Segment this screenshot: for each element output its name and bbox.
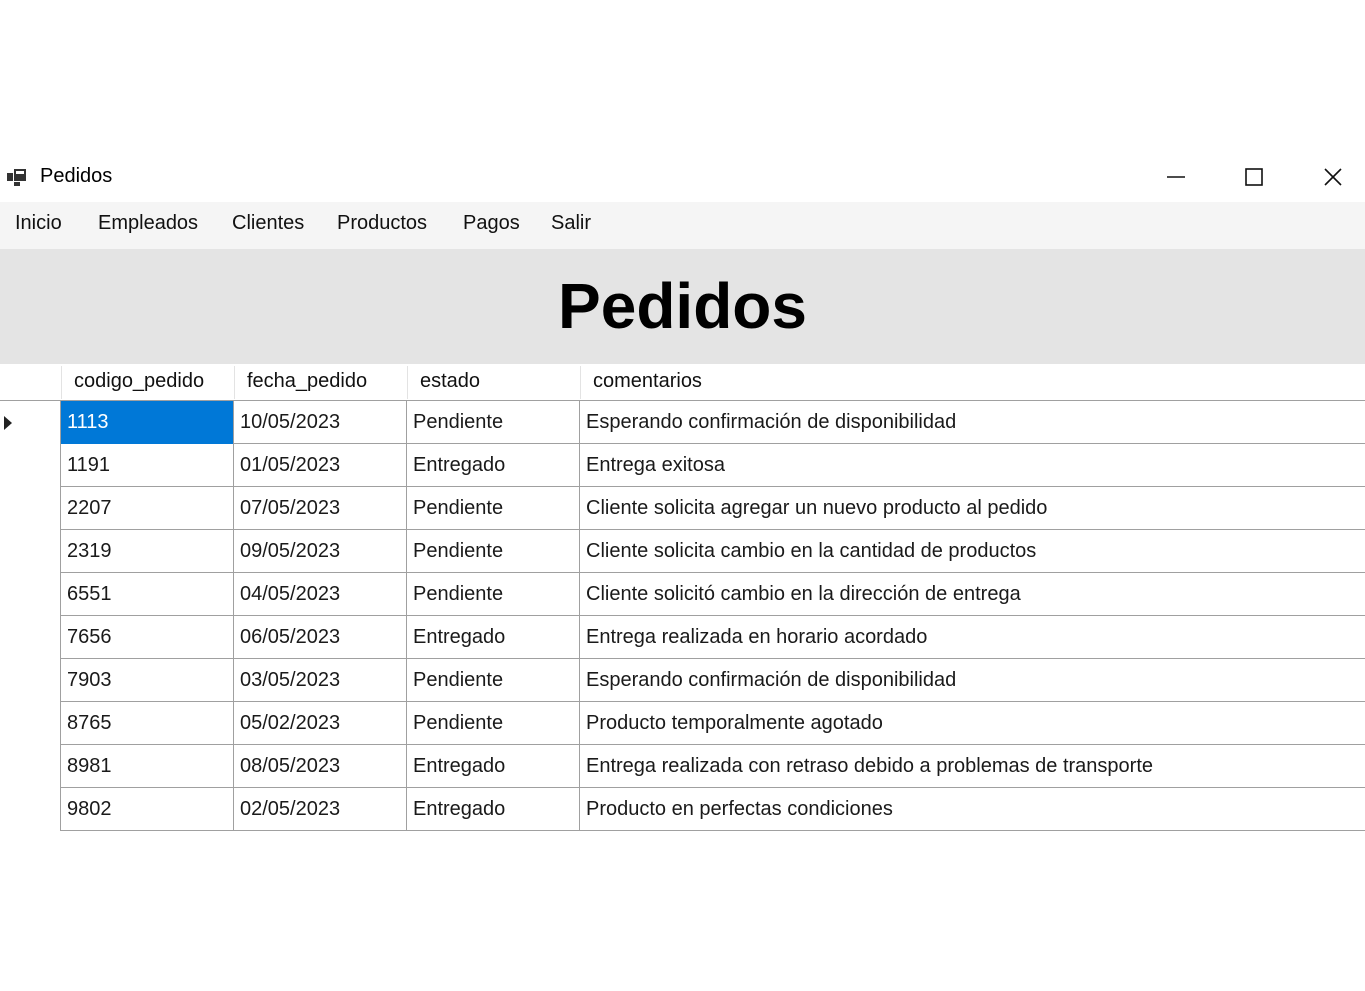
minimize-button[interactable] — [1137, 152, 1215, 202]
cell-comentarios[interactable]: Entrega exitosa — [580, 444, 1365, 487]
close-button[interactable] — [1294, 152, 1365, 202]
cell-comentarios[interactable]: Cliente solicita cambio en la cantidad d… — [580, 530, 1365, 573]
menu-item-pagos[interactable]: Pagos — [459, 212, 524, 235]
window-title: Pedidos — [40, 165, 113, 187]
cell-comentarios[interactable]: Cliente solicita agregar un nuevo produc… — [580, 487, 1365, 530]
cell-codigo-pedido[interactable]: 6551 — [61, 573, 234, 616]
menu-item-inicio[interactable]: Inicio — [11, 212, 66, 235]
column-header-fecha-pedido[interactable]: fecha_pedido — [234, 364, 407, 401]
page-title: Pedidos — [558, 270, 807, 342]
cell-codigo-pedido[interactable]: 2319 — [61, 530, 234, 573]
cell-fecha-pedido[interactable]: 01/05/2023 — [234, 444, 407, 487]
minimize-icon — [1167, 176, 1185, 178]
table-row[interactable]: 1113 10/05/2023 Pendiente Esperando confirm… — [0, 401, 1365, 444]
pedidos-window: Pedidos Inicio Empleados Clientes Produc… — [0, 152, 1365, 834]
column-separator[interactable] — [407, 366, 408, 399]
cell-fecha-pedido[interactable]: 03/05/2023 — [234, 659, 407, 702]
cell-estado[interactable]: Entregado — [407, 788, 580, 831]
column-separator[interactable] — [234, 366, 235, 399]
cell-estado[interactable]: Pendiente — [407, 659, 580, 702]
row-header[interactable] — [0, 487, 61, 530]
app-window-icon — [7, 169, 26, 186]
cell-estado[interactable]: Pendiente — [407, 573, 580, 616]
row-header[interactable] — [0, 573, 61, 616]
row-header[interactable] — [0, 788, 61, 831]
cell-fecha-pedido[interactable]: 02/05/2023 — [234, 788, 407, 831]
menu-item-salir[interactable]: Salir — [547, 212, 595, 235]
maximize-icon — [1245, 168, 1263, 186]
table-row[interactable]: 7903 03/05/2023 Pendiente Esperando confirm… — [0, 659, 1365, 702]
cell-codigo-pedido[interactable]: 9802 — [61, 788, 234, 831]
cell-estado[interactable]: Entregado — [407, 444, 580, 487]
title-bar[interactable]: Pedidos — [0, 152, 1365, 202]
cell-comentarios[interactable]: Producto en perfectas condiciones — [580, 788, 1365, 831]
column-header-estado[interactable]: estado — [407, 364, 580, 401]
row-header[interactable] — [0, 659, 61, 702]
menu-item-productos[interactable]: Productos — [333, 212, 431, 235]
cell-codigo-pedido[interactable]: 7903 — [61, 659, 234, 702]
cell-fecha-pedido[interactable]: 05/02/2023 — [234, 702, 407, 745]
row-header[interactable] — [0, 530, 61, 573]
cell-fecha-pedido[interactable]: 06/05/2023 — [234, 616, 407, 659]
table-row[interactable]: 2207 07/05/2023 Pendiente Cliente solicita … — [0, 487, 1365, 530]
close-icon — [1324, 168, 1342, 186]
cell-estado[interactable]: Pendiente — [407, 487, 580, 530]
cell-codigo-pedido[interactable]: 7656 — [61, 616, 234, 659]
cell-codigo-pedido[interactable]: 2207 — [61, 487, 234, 530]
current-row-arrow-icon — [4, 416, 12, 430]
orders-data-grid[interactable]: codigo_pedido fecha_pedido estado coment… — [0, 364, 1365, 834]
column-header-codigo-pedido[interactable]: codigo_pedido — [61, 364, 234, 401]
table-row[interactable]: 9802 02/05/2023 Entregado Producto en perfe… — [0, 788, 1365, 831]
table-row[interactable]: 7656 06/05/2023 Entregado Entrega realizada… — [0, 616, 1365, 659]
column-header-comentarios[interactable]: comentarios — [580, 364, 1365, 401]
table-row[interactable]: 2319 09/05/2023 Pendiente Cliente solicita … — [0, 530, 1365, 573]
header-panel: Pedidos — [0, 249, 1365, 364]
table-row[interactable]: 8981 08/05/2023 Entregado Entrega realizada… — [0, 745, 1365, 788]
row-header[interactable] — [0, 401, 61, 444]
maximize-button[interactable] — [1215, 152, 1293, 202]
row-header[interactable] — [0, 444, 61, 487]
cell-comentarios[interactable]: Producto temporalmente agotado — [580, 702, 1365, 745]
grid-column-header-row: codigo_pedido fecha_pedido estado coment… — [0, 364, 1365, 401]
cell-estado[interactable]: Entregado — [407, 745, 580, 788]
cell-fecha-pedido[interactable]: 10/05/2023 — [234, 401, 407, 444]
cell-comentarios[interactable]: Entrega realizada en horario acordado — [580, 616, 1365, 659]
cell-codigo-pedido[interactable]: 1113 — [61, 401, 234, 444]
cell-comentarios[interactable]: Esperando confirmación de disponibilidad — [580, 659, 1365, 702]
row-header[interactable] — [0, 745, 61, 788]
cell-estado[interactable]: Pendiente — [407, 530, 580, 573]
cell-comentarios[interactable]: Cliente solicitó cambio en la dirección … — [580, 573, 1365, 616]
row-header[interactable] — [0, 702, 61, 745]
table-row[interactable]: 8765 05/02/2023 Pendiente Producto temporal… — [0, 702, 1365, 745]
column-separator[interactable] — [580, 366, 581, 399]
cell-codigo-pedido[interactable]: 8981 — [61, 745, 234, 788]
cell-fecha-pedido[interactable]: 08/05/2023 — [234, 745, 407, 788]
cell-estado[interactable]: Pendiente — [407, 702, 580, 745]
column-separator[interactable] — [61, 366, 62, 399]
table-row[interactable]: 1191 01/05/2023 Entregado Entrega exitosa — [0, 444, 1365, 487]
cell-comentarios[interactable]: Entrega realizada con retraso debido a p… — [580, 745, 1365, 788]
row-header[interactable] — [0, 616, 61, 659]
cell-comentarios[interactable]: Esperando confirmación de disponibilidad — [580, 401, 1365, 444]
cell-fecha-pedido[interactable]: 07/05/2023 — [234, 487, 407, 530]
cell-codigo-pedido[interactable]: 1191 — [61, 444, 234, 487]
menu-bar: Inicio Empleados Clientes Productos Pago… — [0, 202, 1365, 249]
cell-estado[interactable]: Entregado — [407, 616, 580, 659]
menu-item-clientes[interactable]: Clientes — [228, 212, 308, 235]
cell-estado[interactable]: Pendiente — [407, 401, 580, 444]
table-row[interactable]: 6551 04/05/2023 Pendiente Cliente solicitó … — [0, 573, 1365, 616]
cell-fecha-pedido[interactable]: 09/05/2023 — [234, 530, 407, 573]
cell-codigo-pedido[interactable]: 8765 — [61, 702, 234, 745]
cell-fecha-pedido[interactable]: 04/05/2023 — [234, 573, 407, 616]
menu-item-empleados[interactable]: Empleados — [94, 212, 202, 235]
